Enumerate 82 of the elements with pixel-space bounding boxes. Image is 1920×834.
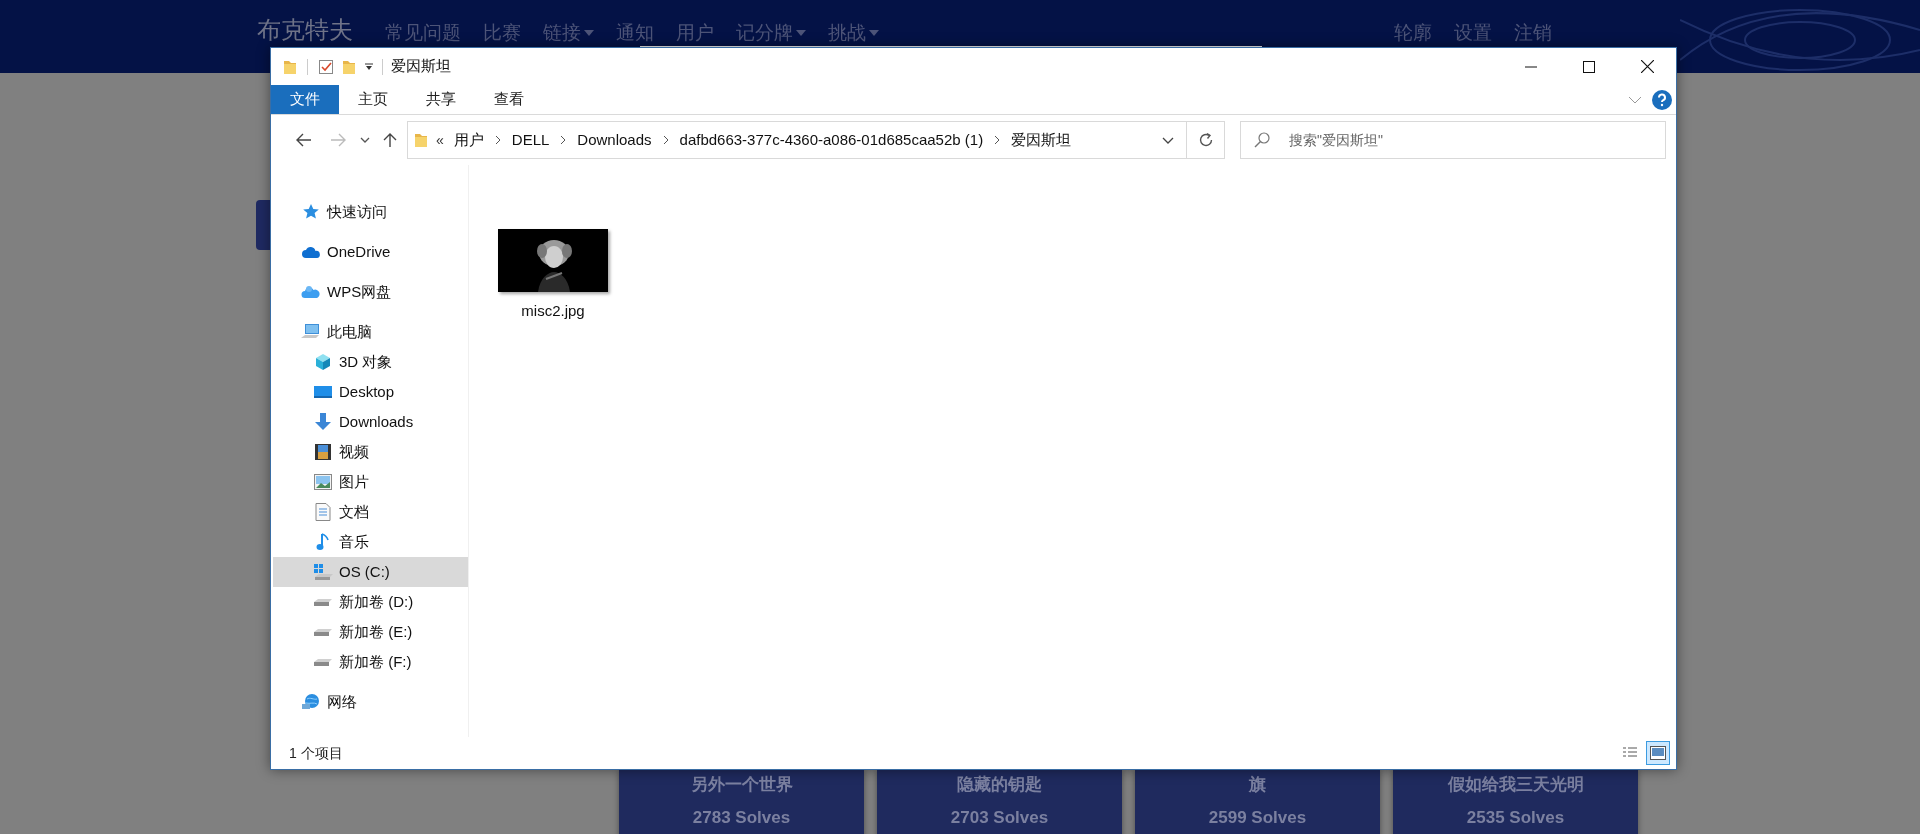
- status-text: 1 个项目: [289, 743, 343, 763]
- window-title: 爱因斯坦: [391, 56, 451, 77]
- expand-ribbon-icon[interactable]: [1628, 95, 1642, 104]
- breadcrumb[interactable]: DELL: [511, 128, 550, 152]
- nav-pane-item[interactable]: OS (C:): [273, 557, 468, 587]
- star-icon: [301, 203, 321, 221]
- breadcrumb[interactable]: dafbd663-377c-4360-a086-01d685caa52b (1): [679, 128, 984, 152]
- caret-icon: [869, 29, 879, 36]
- card-solves: 2783 Solves: [692, 809, 791, 826]
- card-title: 隐藏的钥匙: [957, 776, 1042, 793]
- computer-icon: [301, 323, 321, 341]
- refresh-button[interactable]: [1187, 121, 1225, 159]
- overflow-mark[interactable]: «: [436, 129, 444, 151]
- ribbon-tab[interactable]: 文件: [271, 85, 339, 114]
- card-solves: 2535 Solves: [1466, 809, 1565, 826]
- monitor-icon: [313, 385, 333, 399]
- cube-icon: [313, 353, 333, 371]
- drive-icon: [313, 627, 333, 637]
- breadcrumb[interactable]: Downloads: [577, 128, 652, 152]
- site-brand[interactable]: 布克特夫: [257, 18, 353, 42]
- folder-icon: [414, 132, 428, 148]
- film-icon: [313, 443, 333, 461]
- properties-icon[interactable]: [318, 58, 334, 75]
- cloud-icon: [301, 284, 321, 300]
- card-solves: 2599 Solves: [1208, 809, 1307, 826]
- file-item[interactable]: misc2.jpg: [497, 229, 609, 323]
- nav-pane-item[interactable]: 新加卷 (D:): [273, 587, 468, 617]
- nav-pane-item[interactable]: 快速访问: [273, 197, 468, 227]
- address-bar[interactable]: « 用户 DELL Downloads dafbd663-377c-4360-a086-01d685caa52b (1) 爱因斯坦: [407, 121, 1187, 159]
- challenge-card[interactable]: 另外一个世界 2783 Solves: [619, 770, 864, 834]
- nav-pane-item[interactable]: OneDrive: [273, 237, 468, 267]
- caret-icon: [796, 29, 806, 36]
- challenge-card[interactable]: 隐藏的钥匙 2703 Solves: [877, 770, 1122, 834]
- breadcrumb[interactable]: 用户: [453, 128, 484, 152]
- search-field[interactable]: 搜索"爱因斯坦": [1240, 121, 1666, 159]
- nav-pane-item[interactable]: 新加卷 (F:): [273, 647, 468, 677]
- challenge-card[interactable]: 假如给我三天光明 2535 Solves: [1393, 770, 1638, 834]
- cloud-icon: [301, 245, 321, 259]
- ribbon-tab[interactable]: 共享: [407, 85, 475, 114]
- drive-icon: [313, 563, 333, 581]
- nav-pane-item[interactable]: 图片: [273, 467, 468, 497]
- up-arrow-icon: [383, 132, 397, 148]
- nav-pane-item[interactable]: Downloads: [273, 407, 468, 437]
- ribbon-tab[interactable]: 主页: [339, 85, 407, 114]
- help-icon[interactable]: [1652, 89, 1672, 110]
- close-icon: [1640, 60, 1654, 73]
- nav-pane-item[interactable]: 此电脑: [273, 317, 468, 347]
- document-icon: [313, 503, 333, 521]
- chevron-icon[interactable]: [662, 135, 669, 145]
- nav-pane-item[interactable]: WPS网盘: [273, 277, 468, 307]
- nav-pane-item[interactable]: 新加卷 (E:): [273, 617, 468, 647]
- chevron-icon[interactable]: [994, 135, 1001, 145]
- drive-icon: [313, 597, 333, 607]
- drive-icon: [313, 657, 333, 667]
- challenge-card[interactable]: 旗 2599 Solves: [1135, 770, 1380, 834]
- search-icon: [1254, 132, 1270, 148]
- nav-pane-item[interactable]: 音乐: [273, 527, 468, 557]
- chevron-icon[interactable]: [560, 135, 567, 145]
- forward-arrow-icon: [330, 133, 346, 147]
- image-icon: [1650, 746, 1666, 760]
- customize-caret-icon[interactable]: [364, 62, 374, 71]
- card-title: 旗: [1249, 776, 1266, 793]
- globe-icon: [301, 693, 321, 711]
- card-title: 假如给我三天光明: [1447, 776, 1584, 793]
- large-icons-view-button[interactable]: [1646, 741, 1670, 765]
- breadcrumb[interactable]: 爱因斯坦: [1011, 128, 1072, 152]
- back-arrow-icon: [296, 133, 312, 147]
- nav-pane-item[interactable]: Desktop: [273, 377, 468, 407]
- nav-pane-item[interactable]: 视频: [273, 437, 468, 467]
- caret-icon: [584, 29, 594, 36]
- image-icon: [313, 474, 333, 490]
- chevron-icon[interactable]: [494, 135, 501, 145]
- nav-pane-item[interactable]: 网络: [273, 687, 468, 717]
- ribbon-tab[interactable]: 查看: [475, 85, 543, 114]
- nav-pane-item[interactable]: 3D 对象: [273, 347, 468, 377]
- list-icon: [1622, 746, 1638, 760]
- refresh-icon: [1197, 132, 1214, 148]
- maximize-icon: [1583, 60, 1595, 73]
- download-icon: [313, 413, 333, 431]
- nav-pane-item[interactable]: 文档: [273, 497, 468, 527]
- card-solves: 2703 Solves: [950, 809, 1049, 826]
- card-title: 另外一个世界: [690, 776, 793, 793]
